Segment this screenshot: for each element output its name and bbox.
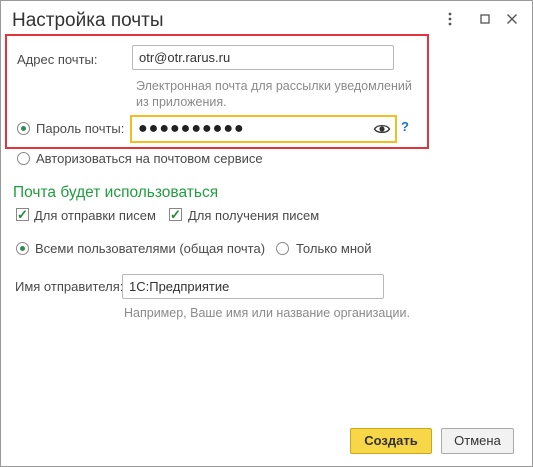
mail-settings-dialog: Настройка почты Адрес почты: otr@otr.rar…: [0, 0, 533, 467]
send-label: Для отправки писем: [34, 208, 156, 223]
password-radio[interactable]: [17, 122, 30, 135]
close-icon[interactable]: [501, 8, 523, 30]
sender-name-field[interactable]: 1С:Предприятие: [122, 274, 384, 299]
password-label: Пароль почты:: [36, 121, 125, 136]
send-checkbox[interactable]: ✓: [16, 208, 29, 221]
email-label: Адрес почты:: [17, 52, 98, 67]
more-vert-icon[interactable]: [439, 8, 461, 30]
receive-checkbox[interactable]: ✓: [169, 208, 182, 221]
sender-hint: Например, Ваше имя или название организа…: [124, 306, 410, 320]
only-me-label: Только мной: [296, 241, 372, 256]
eye-icon[interactable]: [373, 120, 391, 138]
receive-label: Для получения писем: [188, 208, 320, 223]
all-users-radio[interactable]: [16, 242, 29, 255]
only-me-radio[interactable]: [276, 242, 289, 255]
dialog-title: Настройка почты: [12, 10, 164, 31]
create-button[interactable]: Создать: [350, 428, 432, 454]
email-field[interactable]: otr@otr.rarus.ru: [132, 45, 394, 70]
sender-label: Имя отправителя:: [15, 279, 124, 294]
password-value: ●●●●●●●●●●: [138, 120, 245, 137]
maximize-icon[interactable]: [474, 8, 496, 30]
email-hint: Электронная почта для рассылки уведомлен…: [136, 79, 412, 109]
auth-service-radio[interactable]: [17, 152, 30, 165]
password-field[interactable]: ●●●●●●●●●●: [130, 115, 397, 143]
auth-service-label: Авторизоваться на почтовом сервисе: [36, 151, 263, 166]
cancel-button[interactable]: Отмена: [441, 428, 514, 454]
usage-section-title: Почта будет использоваться: [13, 184, 219, 201]
all-users-label: Всеми пользователями (общая почта): [35, 241, 266, 256]
help-icon[interactable]: ?: [401, 119, 409, 134]
